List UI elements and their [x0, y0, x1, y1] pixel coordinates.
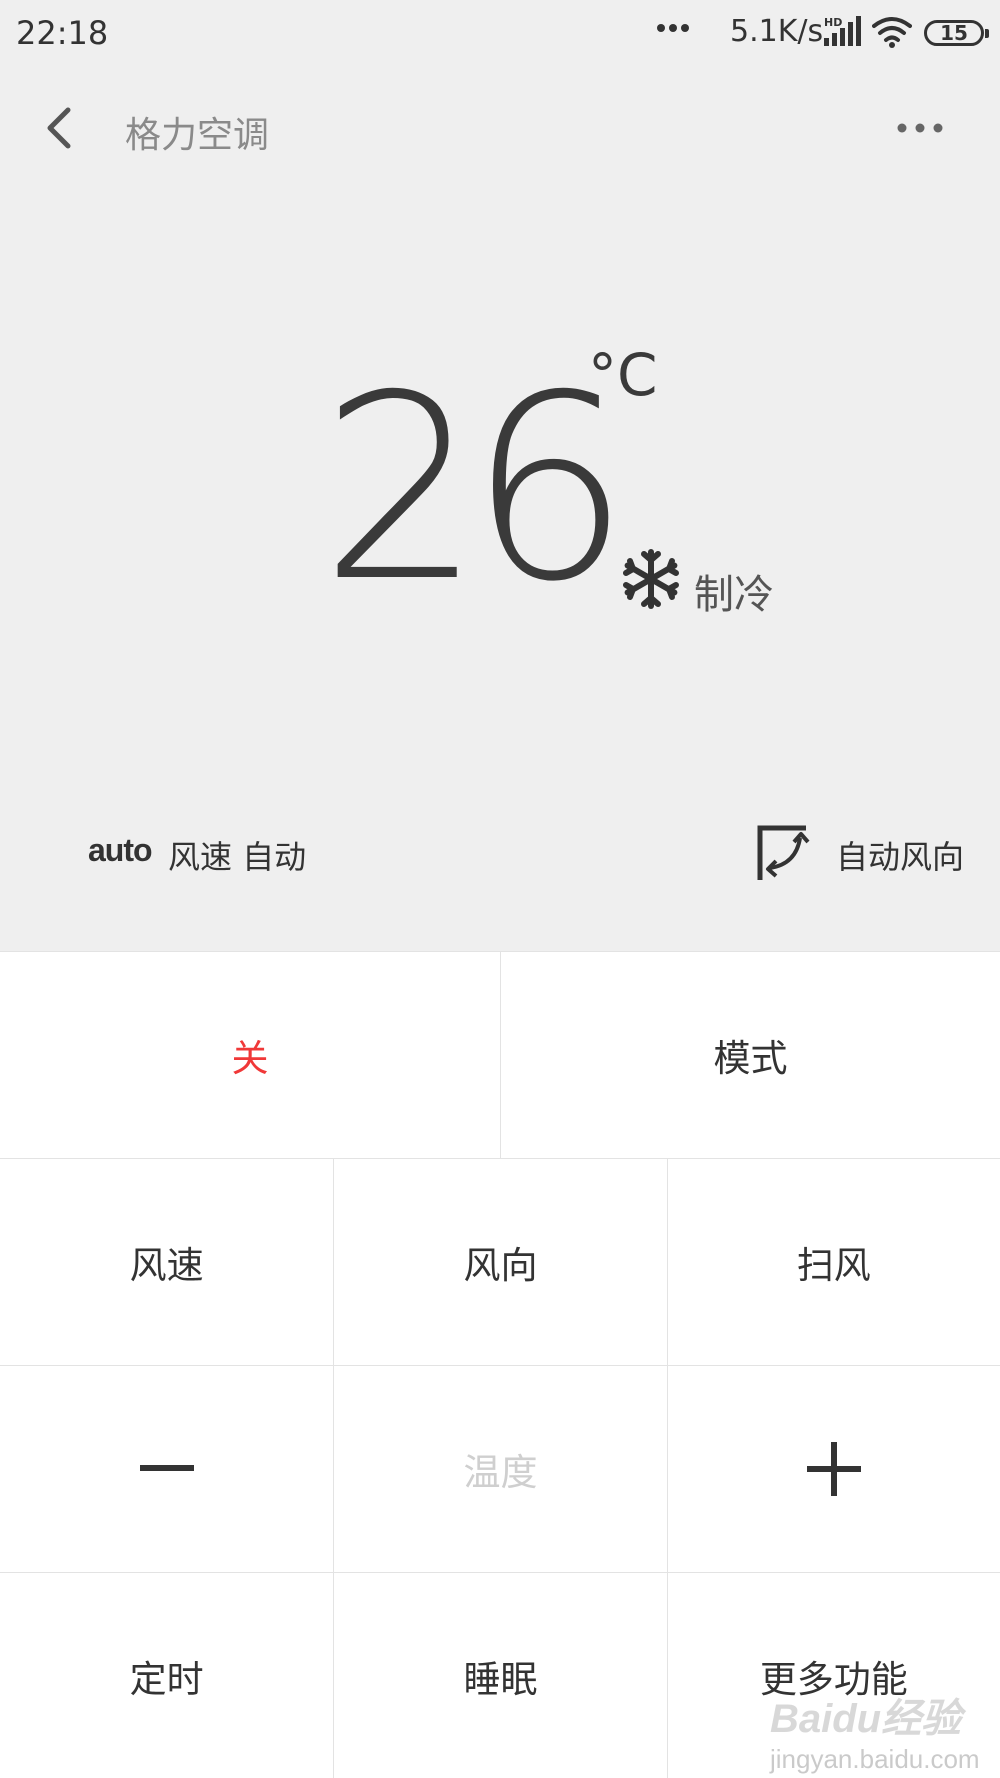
back-button[interactable] [40, 104, 80, 152]
status-bar: 22:18 5.1K/s HD 15 [0, 0, 1000, 70]
mode-button[interactable]: 模式 [500, 952, 1000, 1158]
timer-button[interactable]: 定时 [0, 1573, 333, 1778]
watermark: Baidu经验 jingyan.baidu.com [770, 1686, 980, 1775]
control-grid: 关 模式 风速 风向 扫风 温度 定时 睡眠 更多功能 [0, 951, 1000, 1778]
mode-label: 制冷 [694, 572, 774, 618]
temperature-value: 26 [320, 341, 630, 638]
more-notifications-icon [657, 24, 689, 32]
status-panel: 22:18 5.1K/s HD 15 格力空调 26 °C 制冷 auto 风速… [0, 0, 1000, 951]
signal-icon: HD [824, 16, 861, 46]
snowflake-icon [623, 549, 679, 609]
battery-icon: 15 [924, 20, 989, 46]
control-row-3: 温度 [0, 1365, 1000, 1572]
network-speed: 5.1K/s [730, 14, 824, 49]
control-row-1: 关 模式 [0, 951, 1000, 1158]
fan-speed-status: 风速 自动 [168, 838, 307, 876]
status-time: 22:18 [16, 14, 109, 52]
svg-text:HD: HD [824, 16, 842, 29]
swing-status: 自动风向 [836, 838, 965, 876]
wifi-icon [872, 17, 912, 48]
minus-icon [139, 1465, 194, 1471]
direction-button[interactable]: 风向 [333, 1159, 666, 1365]
temp-down-button[interactable] [0, 1366, 333, 1572]
watermark-url: jingyan.baidu.com [770, 1744, 980, 1774]
temp-up-button[interactable] [666, 1366, 1000, 1572]
plus-icon [806, 1442, 861, 1496]
sleep-button[interactable]: 睡眠 [333, 1573, 666, 1778]
temperature-unit: °C [588, 341, 658, 409]
auto-fan-icon: auto [88, 832, 153, 868]
temperature-label: 温度 [333, 1366, 666, 1572]
more-options-icon[interactable] [896, 118, 944, 138]
power-button[interactable]: 关 [0, 952, 500, 1158]
sweep-button[interactable]: 扫风 [666, 1159, 1000, 1365]
page-title: 格力空调 [125, 115, 270, 156]
fan-speed-button[interactable]: 风速 [0, 1159, 333, 1365]
swing-direction-icon [757, 825, 810, 880]
control-row-2: 风速 风向 扫风 [0, 1158, 1000, 1365]
watermark-brand: Baidu经验 [770, 1697, 962, 1741]
